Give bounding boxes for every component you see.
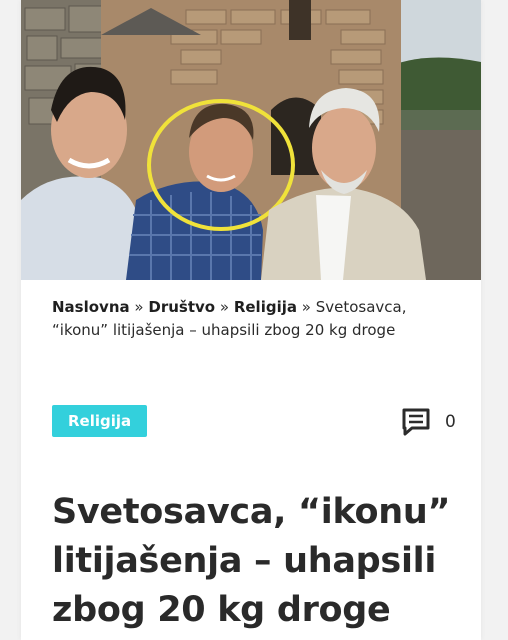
comments-counter[interactable]: 0: [401, 406, 456, 438]
breadcrumb-separator: »: [219, 298, 234, 316]
page: Naslovna » Društvo » Religija » Svetosav…: [0, 0, 508, 640]
comment-count: 0: [445, 412, 456, 432]
breadcrumb-home-link[interactable]: Naslovna: [52, 298, 130, 316]
comment-icon: [402, 408, 430, 436]
article-card: Naslovna » Društvo » Religija » Svetosav…: [21, 0, 481, 640]
hero-photo[interactable]: [21, 0, 481, 280]
category-badge[interactable]: Religija: [52, 405, 148, 437]
breadcrumb-category-link[interactable]: Religija: [234, 298, 297, 316]
hero-photo-illustration: [21, 0, 481, 280]
article-title: Svetosavca, “ikonu” litijašenja – uhapsi…: [52, 492, 451, 630]
breadcrumb-separator: »: [134, 298, 149, 316]
breadcrumb: Naslovna » Društvo » Religija » Svetosav…: [52, 296, 457, 342]
breadcrumb-separator: »: [301, 298, 316, 316]
breadcrumb-section-link[interactable]: Društvo: [148, 298, 215, 316]
